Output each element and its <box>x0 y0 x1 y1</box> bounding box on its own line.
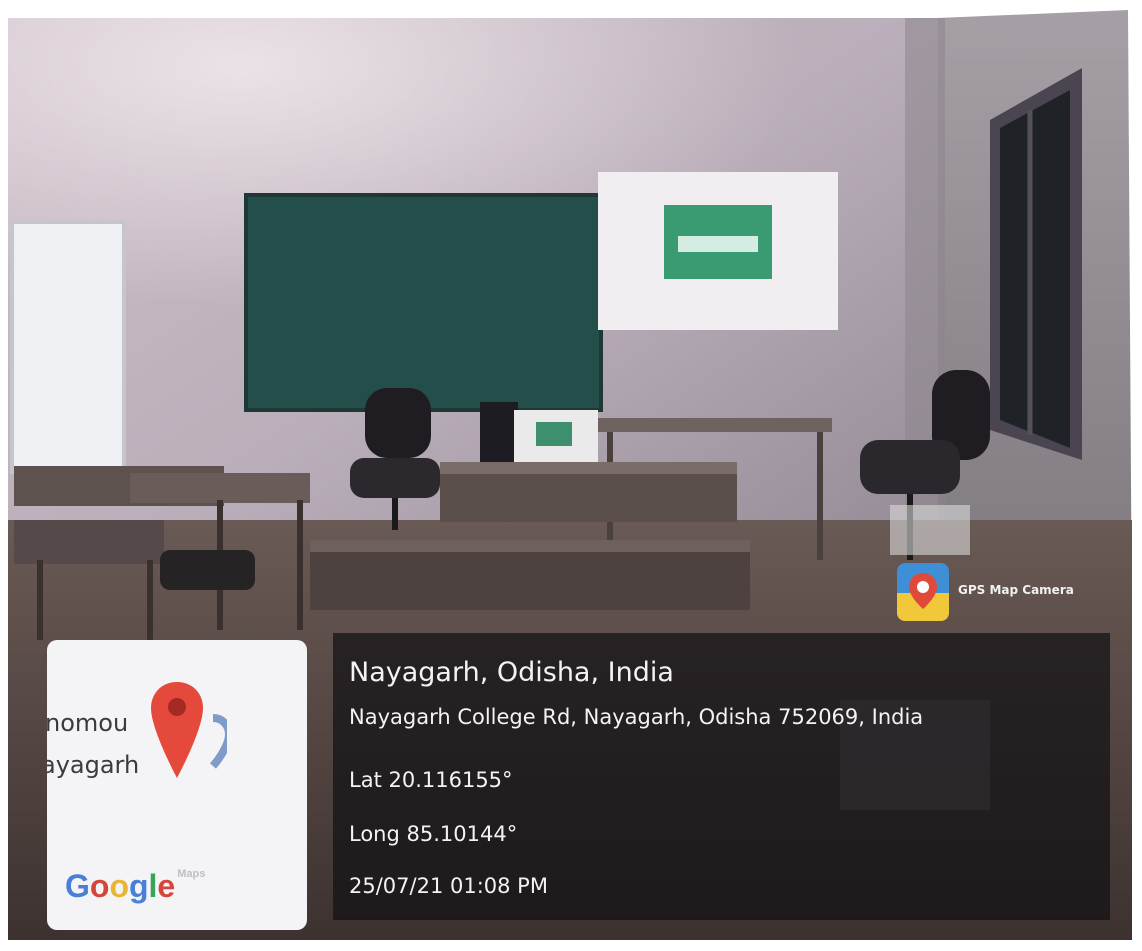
longitude-line: Long 85.10144° <box>349 822 518 846</box>
map-thumbnail: nomou ayagarh Google Maps <box>47 640 307 930</box>
google-maps-logo: Google Maps <box>65 868 205 905</box>
map-label-1: nomou <box>47 709 129 737</box>
app-name-label: GPS Map Camera <box>958 583 1074 597</box>
map-label-2: ayagarh <box>47 751 140 779</box>
brand-letter: o <box>89 868 110 904</box>
brand-letter: l <box>148 868 158 904</box>
brand-letter: g <box>128 868 149 904</box>
datetime-line: 25/07/21 01:08 PM <box>349 874 548 898</box>
app-icon <box>897 563 949 621</box>
place-title: Nayagarh, Odisha, India <box>349 657 674 688</box>
address-line: Nayagarh College Rd, Nayagarh, Odisha 75… <box>349 705 924 729</box>
brand-suffix: Maps <box>177 868 206 880</box>
latitude-line: Lat 20.116155° <box>349 768 513 792</box>
brand-letter: o <box>109 868 129 904</box>
photo: GPS Map Camera Nayagarh, Odisha, India N… <box>0 0 1142 951</box>
brand-letter: e <box>157 868 176 904</box>
map-pin-icon <box>151 682 227 778</box>
brand-letter: G <box>65 868 90 904</box>
location-info-panel: Nayagarh, Odisha, India Nayagarh College… <box>333 633 1110 920</box>
